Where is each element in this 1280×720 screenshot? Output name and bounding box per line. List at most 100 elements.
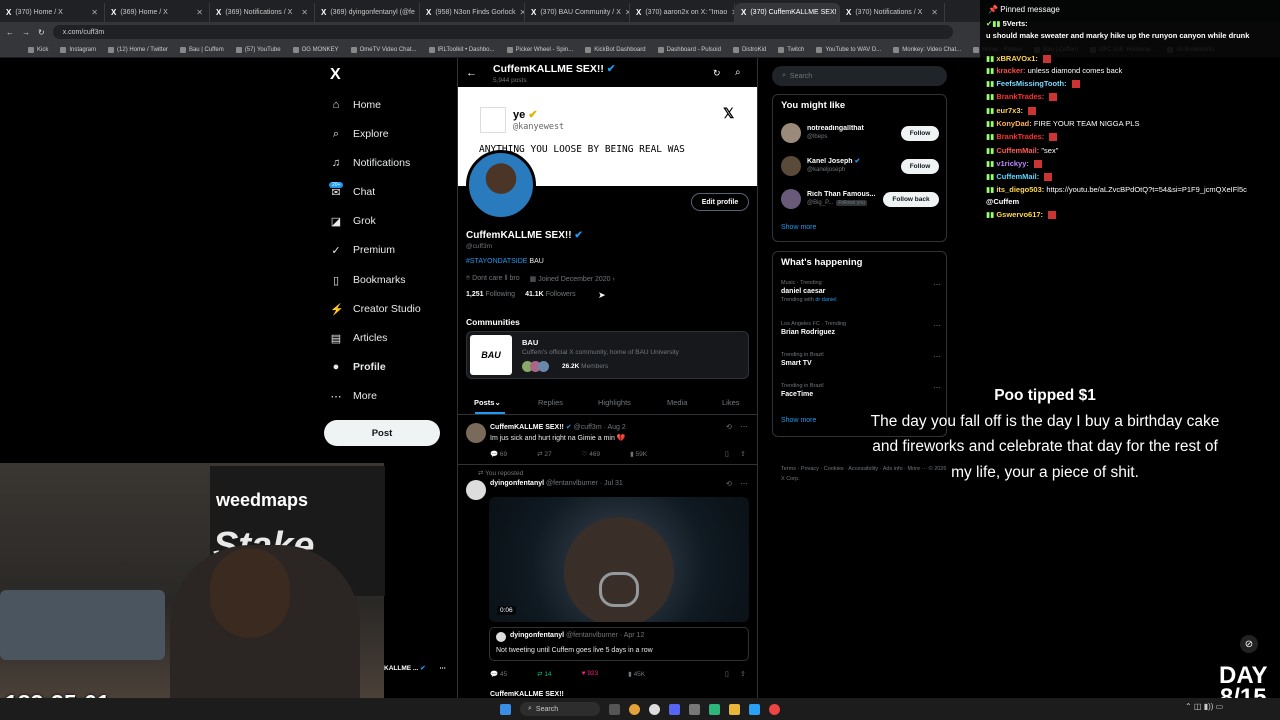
following-link[interactable]: 1,251 Following [466, 291, 515, 298]
chat-username[interactable]: CuffemMail: [996, 146, 1039, 155]
bio-hashtag[interactable]: #STAYONDATSIDE [466, 258, 527, 265]
app-icon[interactable] [709, 703, 720, 715]
close-tab-icon[interactable]: ✕ [91, 8, 98, 17]
grok-icon[interactable]: ⟲ [726, 423, 732, 431]
reload-icon[interactable]: ↻ [38, 28, 45, 37]
user-avatar[interactable] [781, 189, 801, 209]
bookmark-icon[interactable]: ▯ [725, 450, 729, 458]
show-more-link[interactable]: Show more [781, 417, 816, 424]
search-input[interactable]: ⌕ Search [772, 66, 947, 86]
follow-button[interactable]: Follow [901, 125, 939, 141]
browser-tab[interactable]: X (369) Home / X ✕ [105, 3, 210, 22]
tab-replies[interactable]: Replies [538, 391, 563, 413]
refresh-icon[interactable]: ↻ [713, 68, 721, 79]
tweet-avatar[interactable] [466, 480, 486, 500]
bookmark-item[interactable]: IRLToolkit • Dashbo... [428, 46, 495, 53]
bookmark-icon[interactable]: ▯ [725, 670, 729, 678]
close-tab-icon[interactable]: ✕ [931, 8, 938, 17]
sidebar-item-grok[interactable]: ◪ Grok [330, 210, 376, 232]
user-avatar[interactable] [781, 123, 801, 143]
search-icon[interactable]: ⌕ [735, 67, 741, 78]
reply-button[interactable]: 💬 69 [490, 450, 507, 458]
sidebar-item-explore[interactable]: ⌕ Explore [330, 123, 389, 145]
sidebar-item-profile[interactable]: ● Profile [330, 356, 386, 378]
discord-icon[interactable] [669, 703, 680, 715]
browser-tab[interactable]: X (370) Home / X ✕ [0, 3, 105, 22]
post-button[interactable]: Post [324, 420, 440, 446]
follow-back-button[interactable]: Follow back [883, 191, 939, 207]
browser-tab[interactable]: X(370) CuffemKALLME SEX!✕ [735, 3, 840, 22]
more-options-icon[interactable]: ⋯ [740, 422, 748, 431]
chat-username[interactable]: BrankTrades: [996, 132, 1044, 141]
file-explorer-icon[interactable] [729, 703, 740, 715]
like-button[interactable]: ♥ 923 [582, 670, 599, 678]
bookmark-item[interactable]: (57) YouTube [235, 46, 281, 53]
browser-tab[interactable]: X(958) N3on Finds Gorlock✕ [420, 3, 525, 22]
chat-username[interactable]: its_diego503: [996, 185, 1044, 194]
sidebar-item-premium[interactable]: ✓ Premium [330, 239, 395, 261]
profile-avatar[interactable] [466, 150, 536, 220]
forward-icon[interactable]: → [22, 28, 30, 37]
close-tab-icon[interactable]: ✕ [196, 8, 203, 17]
tweet-avatar[interactable] [466, 423, 486, 443]
retweet-button[interactable]: ⇄ 14 [537, 670, 552, 678]
back-arrow-icon[interactable]: ← [466, 67, 477, 79]
edit-profile-button[interactable]: Edit profile [691, 193, 749, 211]
account-switcher-name[interactable]: KALLME ... ✔ ⋯ [384, 664, 446, 672]
more-options-icon[interactable]: ⋯ [933, 321, 941, 332]
more-options-icon[interactable]: ⋯ [933, 383, 941, 394]
share-icon[interactable]: ⇪ [740, 670, 746, 678]
telegram-icon[interactable] [749, 703, 760, 715]
browser-tab[interactable]: X(370) aaron2x on X: "Imao✕ [630, 3, 735, 22]
tab-highlights[interactable]: Highlights [598, 391, 631, 413]
chat-username[interactable]: FeefsMissingTooth: [996, 79, 1066, 88]
like-button[interactable]: ♡ 469 [582, 450, 601, 458]
url-field[interactable]: x.com/cuff3m [52, 25, 953, 39]
sidebar-item-more[interactable]: ⋯ More [330, 385, 377, 407]
chat-username[interactable]: Gswervo617: [996, 210, 1043, 219]
chrome-icon[interactable] [629, 703, 640, 715]
close-tab-icon[interactable]: ✕ [301, 8, 308, 17]
more-options-icon[interactable]: ⋯ [933, 352, 941, 363]
chat-username[interactable]: kracker: [996, 66, 1025, 75]
sidebar-item-articles[interactable]: ▤ Articles [330, 327, 388, 349]
browser-tab[interactable]: X (370) Notifications / X ✕ [840, 3, 945, 22]
sidebar-item-creator-studio[interactable]: ⚡ Creator Studio [330, 298, 421, 320]
more-options-icon[interactable]: ⋯ [933, 280, 941, 291]
follow-button[interactable]: Follow [901, 158, 939, 174]
bookmark-item[interactable]: Twitch [778, 46, 804, 53]
tweet-video[interactable] [489, 497, 749, 622]
chat-username[interactable]: v1rickyy: [996, 159, 1029, 168]
tab-posts[interactable]: Posts ⌄ [474, 391, 501, 413]
chat-username[interactable]: BrankTrades: [996, 92, 1044, 101]
share-icon[interactable]: ⇪ [740, 450, 746, 458]
views-count[interactable]: ▮ 59K [630, 450, 647, 458]
browser-tab[interactable]: X(370) BAU Community / X✕ [525, 3, 630, 22]
back-icon[interactable]: ← [6, 28, 14, 37]
grok-floating-icon[interactable]: ⊘ [1240, 635, 1258, 653]
suggested-user[interactable]: notreadingallthat @lbeps Follow [781, 119, 939, 147]
start-icon[interactable] [500, 703, 511, 715]
user-avatar[interactable] [781, 156, 801, 176]
chat-username[interactable]: xBRAVOx1: [996, 54, 1038, 63]
bookmark-item[interactable]: Kick [28, 46, 48, 53]
chrome-icon[interactable] [769, 703, 780, 715]
bookmark-item[interactable]: OG MONKEY [292, 46, 339, 53]
followers-link[interactable]: 41.1K Followers [525, 291, 576, 298]
tab-likes[interactable]: Likes [722, 391, 740, 413]
sidebar-item-chat[interactable]: ✉ Chat [330, 181, 375, 203]
trend-item[interactable]: Trending in Brazil FaceTime ⋯ [781, 383, 941, 400]
app-icon[interactable] [689, 703, 700, 715]
sidebar-item-bookmarks[interactable]: ▯ Bookmarks [330, 269, 406, 291]
chat-username[interactable]: eur7x3: [996, 106, 1023, 115]
bookmark-item[interactable]: Instagram [60, 46, 96, 53]
x-logo[interactable]: X [330, 66, 341, 84]
more-options-icon[interactable]: ⋯ [740, 479, 748, 488]
bookmark-item[interactable]: Picker Wheel - Spin... [506, 46, 573, 53]
sidebar-item-notifications[interactable]: ♫ Notifications [330, 152, 410, 174]
tab-media[interactable]: Media [667, 391, 687, 413]
suggested-user[interactable]: Kanel Joseph ✔ @kaneljoseph Follow [781, 152, 939, 180]
bookmark-item[interactable]: KickBot Dashboard [585, 46, 646, 53]
bookmark-item[interactable]: Dashboard - Pulsoid [657, 46, 721, 53]
taskview-icon[interactable] [609, 703, 620, 715]
